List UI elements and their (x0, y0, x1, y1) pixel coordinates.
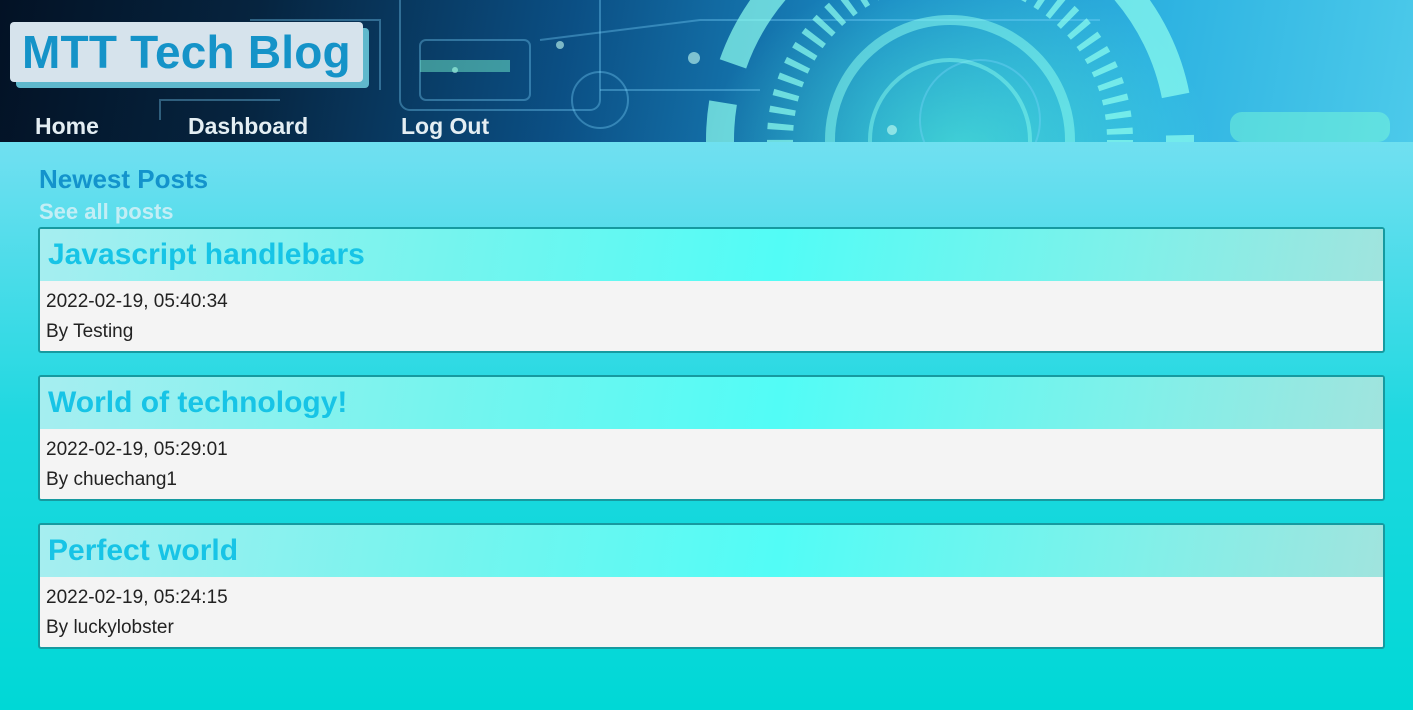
post-card[interactable]: Javascript handlebars 2022-02-19, 05:40:… (38, 227, 1385, 353)
nav-home-link[interactable]: Home (35, 113, 99, 140)
nav-logout-link[interactable]: Log Out (401, 113, 489, 140)
post-date: 2022-02-19, 05:29:01 (46, 439, 228, 460)
site-header: MTT Tech Blog Home Dashboard Log Out (0, 0, 1413, 142)
post-author: By Testing (46, 321, 134, 342)
post-author: By luckylobster (46, 617, 174, 638)
post-card-body: 2022-02-19, 05:24:15 By luckylobster (40, 577, 1383, 643)
post-date: 2022-02-19, 05:24:15 (46, 587, 228, 608)
post-author: By chuechang1 (46, 469, 177, 490)
post-card-header: World of technology! (40, 377, 1383, 429)
post-title-link[interactable]: Javascript handlebars (48, 238, 365, 272)
post-card[interactable]: Perfect world 2022-02-19, 05:24:15 By lu… (38, 523, 1385, 649)
post-card[interactable]: World of technology! 2022-02-19, 05:29:0… (38, 375, 1385, 501)
section-title: Newest Posts (39, 164, 209, 194)
post-card-body: 2022-02-19, 05:40:34 By Testing (40, 281, 1383, 347)
post-date: 2022-02-19, 05:40:34 (46, 291, 228, 312)
post-card-header: Javascript handlebars (40, 229, 1383, 281)
see-all-posts-link[interactable]: See all posts (39, 199, 174, 225)
post-title-link[interactable]: Perfect world (48, 534, 238, 568)
site-title[interactable]: MTT Tech Blog (10, 22, 363, 82)
post-card-body: 2022-02-19, 05:29:01 By chuechang1 (40, 429, 1383, 495)
post-card-header: Perfect world (40, 525, 1383, 577)
nav-dashboard-link[interactable]: Dashboard (188, 113, 308, 140)
post-title-link[interactable]: World of technology! (48, 386, 347, 420)
